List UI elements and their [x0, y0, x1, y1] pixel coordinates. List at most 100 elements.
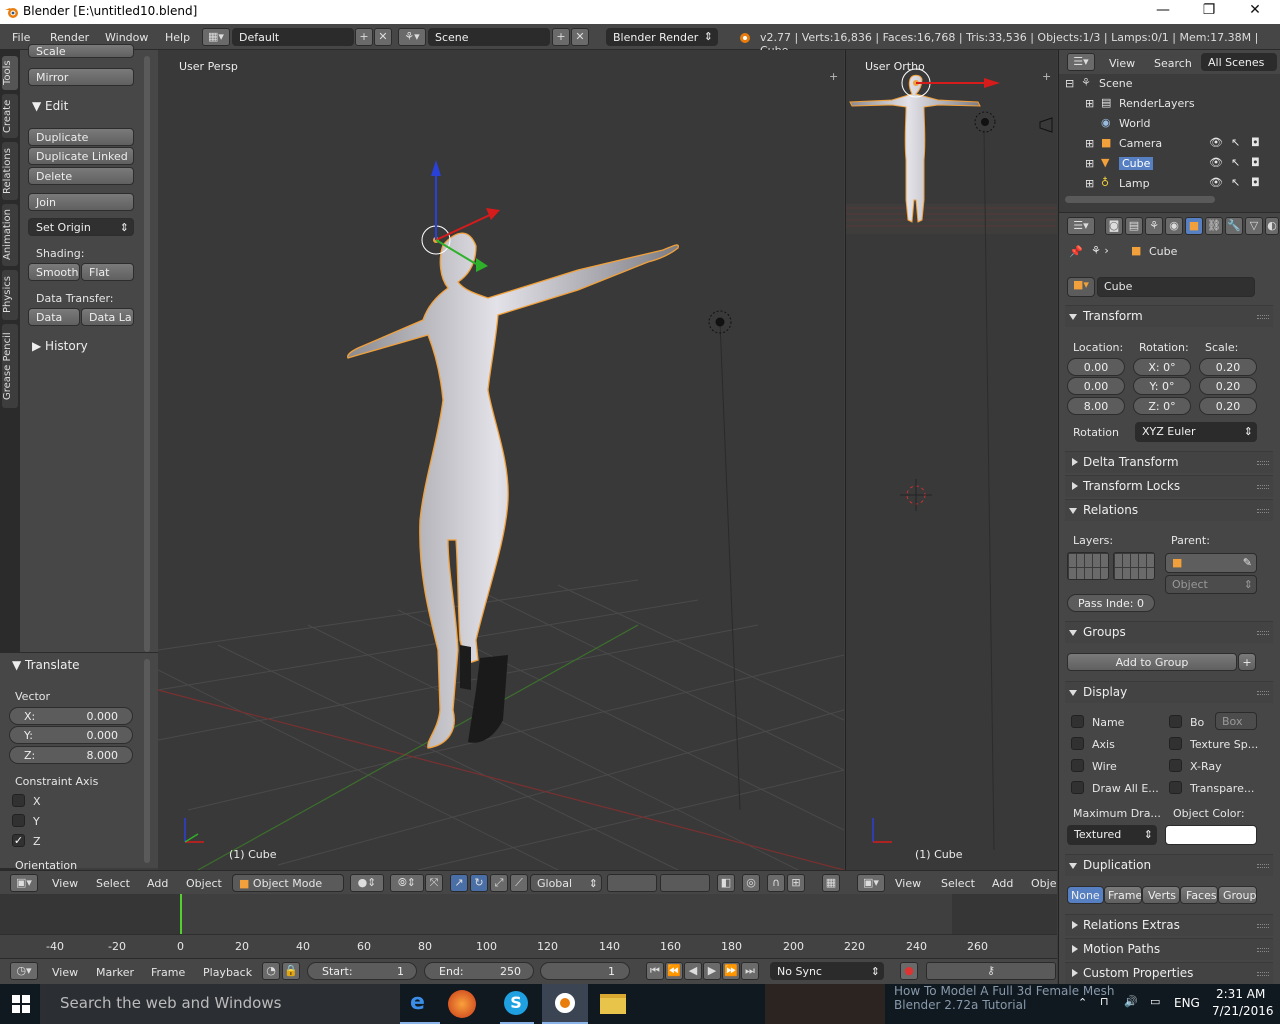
jump-start-icon[interactable]: ⏮	[646, 962, 664, 980]
relations-panel-header[interactable]: Relations	[1065, 499, 1273, 521]
scale-x-field[interactable]: 0.20	[1199, 358, 1257, 376]
dup-verts-button[interactable]: Verts	[1142, 886, 1180, 904]
delete-button[interactable]: Delete	[28, 167, 134, 185]
dup-frames-button[interactable]: Frames	[1104, 886, 1142, 904]
screen-layout-field[interactable]: Default	[232, 28, 354, 46]
viewport-shading-button[interactable]: ●⇕	[350, 874, 384, 892]
vp-menu-select[interactable]: Select	[96, 877, 130, 890]
render-context-icon[interactable]: ◙	[1105, 217, 1123, 235]
menu-file[interactable]: File	[12, 31, 30, 44]
transform-orientation-select[interactable]: Global ⇕	[530, 874, 602, 892]
side-menu-view[interactable]: View	[895, 877, 921, 890]
show-hidden-icons-chevron-icon[interactable]: ⌃	[1078, 996, 1087, 1009]
rotation-x-field[interactable]: X: 0°	[1133, 358, 1191, 376]
outliner-item-scene[interactable]: Scene	[1099, 77, 1133, 90]
main-3d-viewport[interactable]: User Persp (1) Cube +	[158, 50, 844, 870]
edge-taskbar-icon[interactable]: e	[400, 984, 440, 1024]
scale-manipulator-icon[interactable]: ⤢	[490, 874, 508, 892]
object-name-field[interactable]: Cube	[1097, 277, 1255, 297]
tl-menu-view[interactable]: View	[52, 966, 78, 979]
mode-select[interactable]: ■ Object Mode	[232, 874, 344, 892]
pass-index-field[interactable]: Pass Inde: 0	[1067, 594, 1155, 612]
cube-visibility-eye-icon[interactable]: 👁	[1209, 156, 1223, 169]
dup-none-button[interactable]: None	[1067, 886, 1104, 904]
lock-range-icon[interactable]: 🔒	[282, 962, 300, 980]
flat-button[interactable]: Flat	[81, 263, 134, 281]
end-frame-field[interactable]: End: 250	[424, 962, 534, 980]
world-context-icon[interactable]: ◉	[1165, 217, 1183, 235]
outliner-filter-select[interactable]: All Scenes	[1201, 53, 1277, 71]
parent-type-select[interactable]: Object ⇕	[1165, 575, 1257, 594]
mirror-button[interactable]: Mirror	[28, 68, 134, 86]
edit-section-header[interactable]: ▼ Edit	[32, 99, 68, 113]
outliner-editor-type-button[interactable]: ☰▾	[1067, 53, 1095, 71]
side-editor-type-button[interactable]: ▣▾	[857, 874, 885, 892]
viewport-split-corner-icon[interactable]: +	[829, 70, 838, 83]
tl-menu-playback[interactable]: Playback	[203, 966, 252, 979]
scene-context-icon[interactable]: ⚘	[1145, 217, 1163, 235]
dup-faces-button[interactable]: Faces	[1180, 886, 1218, 904]
location-x-field[interactable]: 0.00	[1067, 358, 1125, 376]
object-color-swatch[interactable]	[1165, 825, 1257, 845]
set-origin-select[interactable]: Set Origin ⇕	[28, 218, 134, 236]
blender-taskbar-icon[interactable]	[542, 984, 588, 1024]
add-scene-button[interactable]: +	[552, 28, 570, 46]
smooth-button[interactable]: Smooth	[28, 263, 80, 281]
expand-camera-icon[interactable]: ⊞	[1085, 137, 1094, 150]
scale-z-field[interactable]: 0.20	[1199, 397, 1257, 415]
tl-menu-marker[interactable]: Marker	[96, 966, 134, 979]
expand-lamp-icon[interactable]: ⊞	[1085, 177, 1094, 190]
vp-menu-view[interactable]: View	[52, 877, 78, 890]
tl-menu-frame[interactable]: Frame	[151, 966, 185, 979]
layers-a-grid[interactable]	[607, 874, 657, 892]
render-engine-select[interactable]: Blender Render ⇕	[606, 28, 718, 46]
rotate-manipulator-icon[interactable]: ↻	[470, 874, 488, 892]
dup-group-button[interactable]: Group	[1218, 886, 1257, 904]
tab-relations[interactable]: Relations	[2, 142, 18, 200]
rotation-z-field[interactable]: Z: 0°	[1133, 397, 1191, 415]
remove-screen-button[interactable]: ✕	[374, 28, 392, 46]
outliner-item-world[interactable]: World	[1119, 117, 1151, 130]
prev-keyframe-icon[interactable]: ⏪	[665, 962, 683, 980]
next-keyframe-icon[interactable]: ⏩	[722, 962, 740, 980]
manipulator-toggle-icon[interactable]: ⤧	[425, 874, 443, 892]
file-explorer-taskbar-icon[interactable]	[600, 994, 626, 1014]
pivot-point-button[interactable]: ⦾⇕	[390, 874, 424, 892]
camera-select-arrow-icon[interactable]: ↖	[1231, 136, 1240, 149]
groups-panel-header[interactable]: Groups	[1065, 621, 1273, 643]
layers-b-grid[interactable]	[660, 874, 710, 892]
lamp-visibility-eye-icon[interactable]: 👁	[1209, 176, 1223, 189]
volume-icon[interactable]: 🔊	[1124, 995, 1138, 1008]
tab-tools[interactable]: Tools	[2, 56, 18, 90]
remove-scene-button[interactable]: ✕	[571, 28, 589, 46]
play-reverse-icon[interactable]: ◀	[684, 962, 702, 980]
vector-z-field[interactable]: Z: 8.000	[9, 746, 133, 764]
display-axis-checkbox[interactable]	[1071, 737, 1084, 750]
bounds-type-select[interactable]: Box	[1215, 712, 1257, 730]
camera-visibility-eye-icon[interactable]: 👁	[1209, 136, 1223, 149]
camera-render-icon[interactable]: ◘	[1251, 136, 1260, 149]
data-context-icon[interactable]: ▽	[1245, 217, 1263, 235]
side-split-corner-icon[interactable]: +	[1042, 70, 1051, 83]
motion-paths-panel-header[interactable]: Motion Paths	[1065, 938, 1273, 960]
vp-menu-object[interactable]: Object	[186, 877, 222, 890]
cube-render-icon[interactable]: ◘	[1251, 156, 1260, 169]
render-layers-context-icon[interactable]: ▤	[1125, 217, 1143, 235]
lock-camera-icon[interactable]: ◧	[717, 874, 735, 892]
constraints-context-icon[interactable]: ⛓	[1205, 217, 1223, 235]
duplicate-button[interactable]: Duplicate	[28, 128, 134, 146]
expand-renderlayers-icon[interactable]: ⊞	[1085, 97, 1094, 110]
data-layout-button[interactable]: Data La	[81, 308, 134, 326]
outliner-item-renderlayers[interactable]: RenderLayers	[1119, 97, 1195, 110]
scale-y-field[interactable]: 0.20	[1199, 377, 1257, 395]
vector-y-field[interactable]: Y: 0.000	[9, 726, 133, 744]
tab-animation[interactable]: Animation	[2, 204, 18, 266]
menu-window[interactable]: Window	[105, 31, 148, 44]
lamp-select-arrow-icon[interactable]: ↖	[1231, 176, 1240, 189]
menu-render[interactable]: Render	[50, 31, 89, 44]
display-panel-header[interactable]: Display	[1065, 681, 1273, 703]
cube-select-arrow-icon[interactable]: ↖	[1231, 156, 1240, 169]
translate-manipulator-icon[interactable]: ↗	[450, 874, 468, 892]
proportional-edit-icon[interactable]: ◎	[742, 874, 760, 892]
lamp-render-icon[interactable]: ◘	[1251, 176, 1260, 189]
